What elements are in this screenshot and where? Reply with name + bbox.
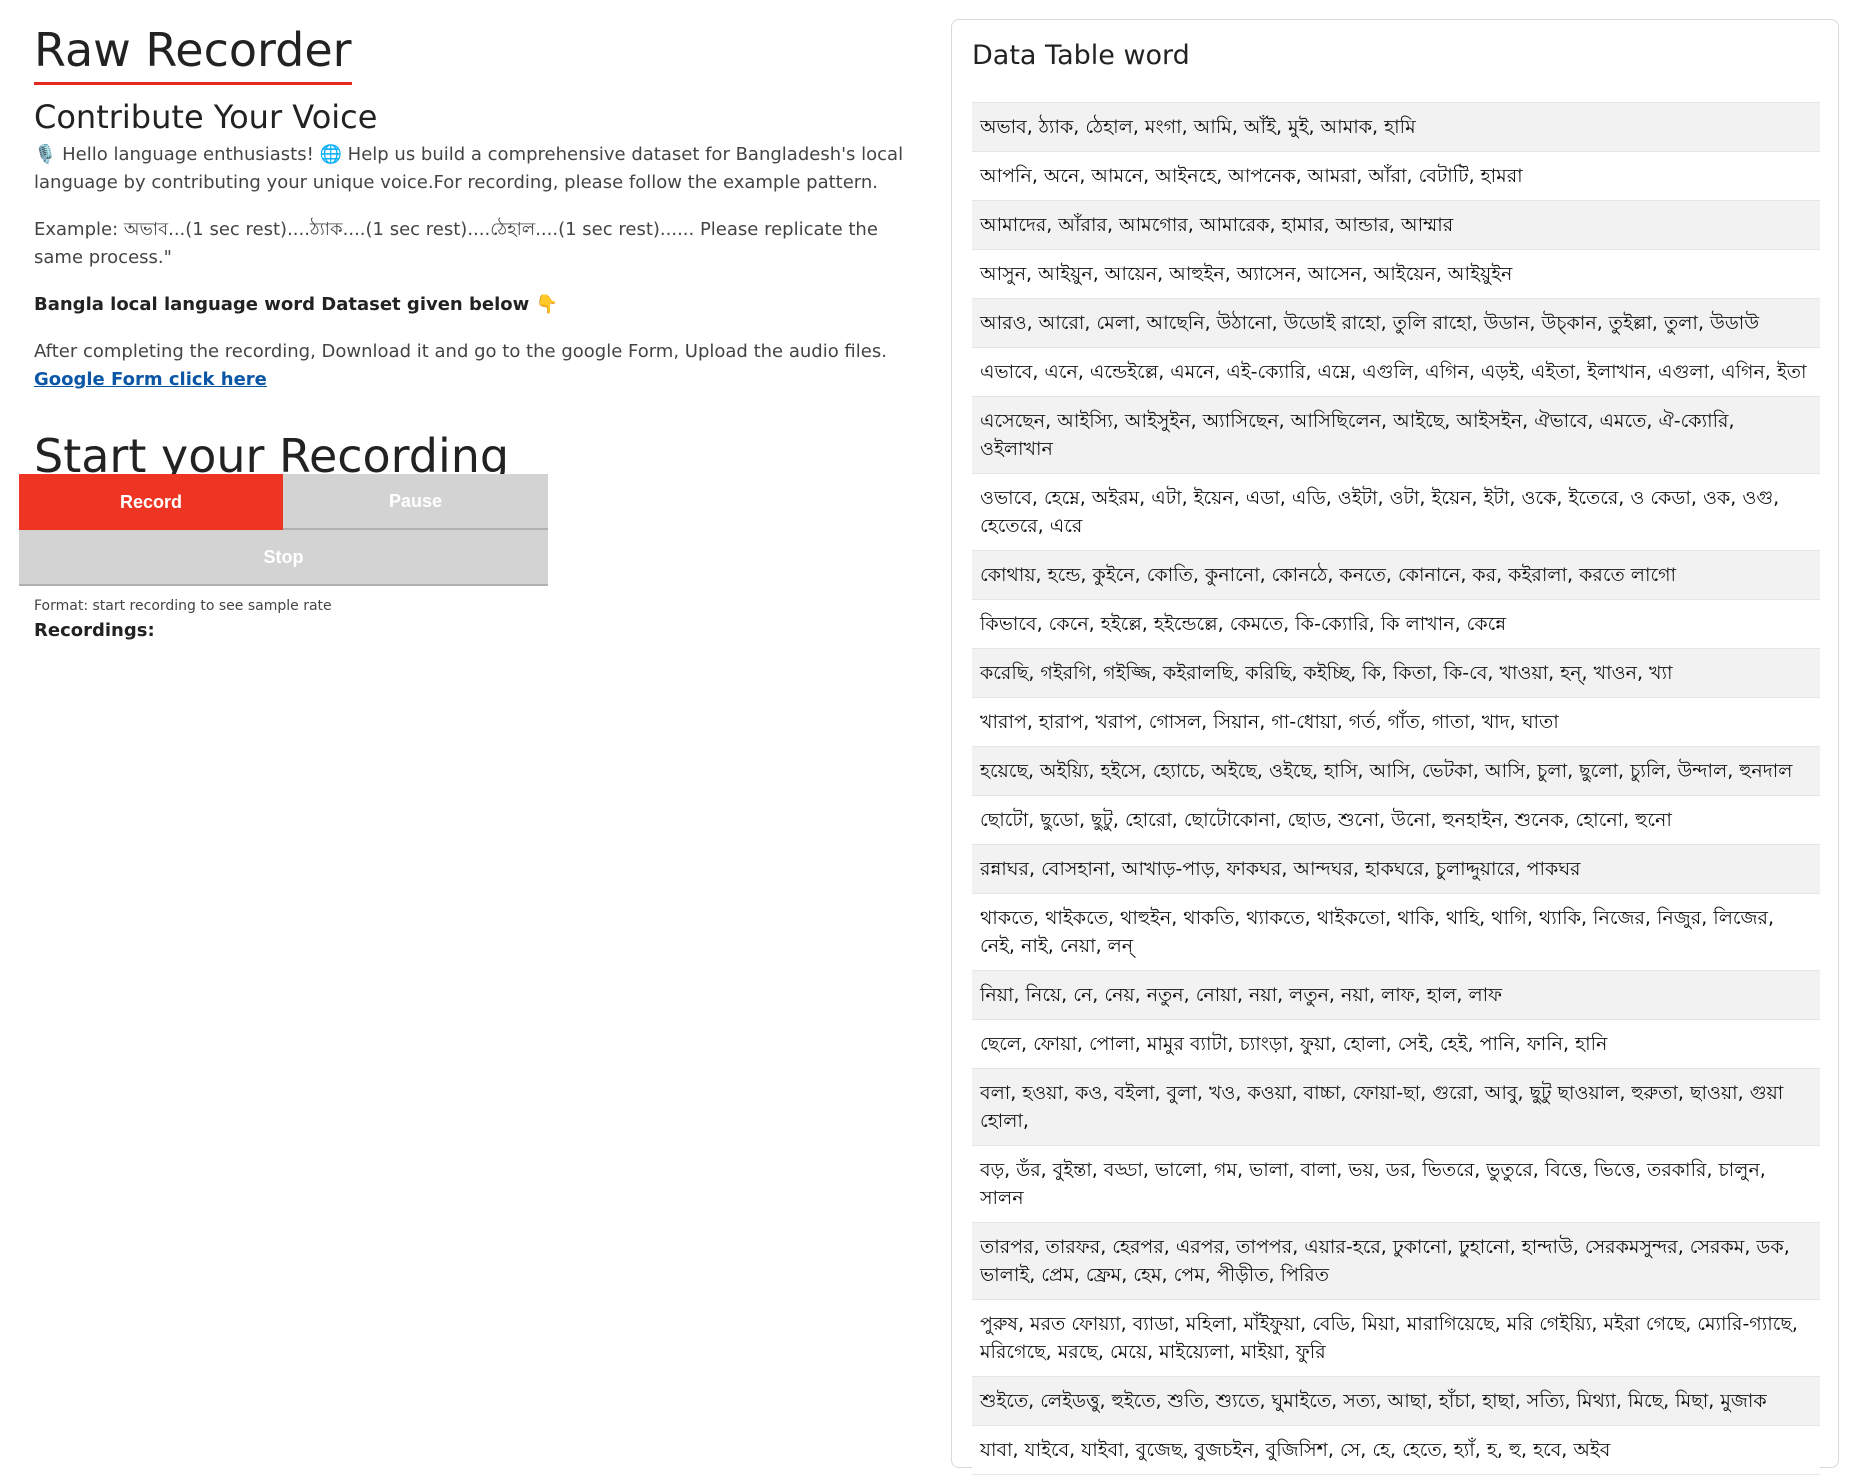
table-row: ওভাবে, হেম্নে, অইরম, এটা, ইয়েন, এডা, এড… xyxy=(972,474,1820,551)
after-text-paragraph: After completing the recording, Download… xyxy=(34,338,924,394)
stop-button[interactable]: Stop xyxy=(19,530,548,586)
table-row: অভাব, ঠ্যাক, ঠেহাল, মংগা, আমি, আঁই, মুই,… xyxy=(972,103,1820,152)
data-table-title: Data Table word xyxy=(972,40,1190,71)
table-row: রন্নাঘর, বোসহানা, আখাড়-পাড়, ফাকঘর, আন্… xyxy=(972,845,1820,894)
table-row: খারাপ, হারাপ, খরাপ, গোসল, সিয়ান, গা-ধোয… xyxy=(972,698,1820,747)
table-row: ছোটো, ছুডো, ছুটু, হোরো, ছোটোকোনা, ছোড, শ… xyxy=(972,796,1820,845)
data-table-panel: Data Table word অভাব, ঠ্যাক, ঠেহাল, মংগা… xyxy=(951,19,1839,1475)
table-row: আমাদের, আঁরার, আমগোর, আমারেক, হামার, আন্… xyxy=(972,201,1820,250)
table-row: এসেছেন, আইস্যি, আইসুইন, অ্যাসিছেন, আসিছি… xyxy=(972,397,1820,474)
table-row: তারপর, তারফর, হেরপর, এরপর, তাপপর, এয়ার-… xyxy=(972,1223,1820,1300)
table-row: আপনি, অনে, আমনে, আইনহে, আপনেক, আমরা, আঁর… xyxy=(972,152,1820,201)
pause-button[interactable]: Pause xyxy=(283,474,548,530)
table-row: আসুন, আইয়ুন, আয়েন, আহুইন, অ্যাসেন, আসে… xyxy=(972,250,1820,299)
recorder-button-row: Record Pause xyxy=(19,474,548,530)
table-row: কিভাবে, কেনে, হইল্লে, হইন্ডেল্লে, কেমতে,… xyxy=(972,600,1820,649)
table-row: থাকতে, থাইকতে, থাহুইন, থাকতি, থ্যাকতে, থ… xyxy=(972,894,1820,971)
table-row: কোথায়, হন্ডে, কুইনে, কোতি, কুনানো, কোনঠ… xyxy=(972,551,1820,600)
recorder-controls: Record Pause Stop xyxy=(19,474,548,586)
table-row: বলা, হওয়া, কও, বইলা, বুলা, খও, কওয়া, ব… xyxy=(972,1069,1820,1146)
dataset-note: Bangla local language word Dataset given… xyxy=(34,294,558,315)
table-row: হয়েছে, অইয়্যি, হইসে, হ্যোচে, অইছে, ওইছ… xyxy=(972,747,1820,796)
intro-section: Raw Recorder Contribute Your Voice 🎙️ He… xyxy=(34,18,924,491)
table-row: শুইতে, লেইডত্তু, হুইতে, শুতি, শ্যুতে, ঘু… xyxy=(972,1377,1820,1426)
record-button[interactable]: Record xyxy=(19,474,283,530)
table-row: পুরুষ, মরত ফোয়্যা, ব্যাডা, মহিলা, মাঁইফ… xyxy=(972,1300,1820,1377)
google-form-link[interactable]: Google Form click here xyxy=(34,369,267,390)
table-row: আরও, আরো, মেলা, আছেনি, উঠানো, উডোই রাহো,… xyxy=(972,299,1820,348)
table-row: এভাবে, এনে, এন্ডেইল্লে, এমনে, এই-ক্যোরি,… xyxy=(972,348,1820,397)
after-text: After completing the recording, Download… xyxy=(34,341,887,362)
example-text: Example: অভাব...(1 sec rest)....ঠ্যাক...… xyxy=(34,219,878,268)
format-note: Format: start recording to see sample ra… xyxy=(34,598,332,614)
table-row: যাবা, যাইবে, যাইবা, বুজেছ, বুজচইন, বুজিস… xyxy=(972,1426,1820,1475)
table-row: করেছি, গইরগি, গইজ্জি, কইরালছি, করিছি, কই… xyxy=(972,649,1820,698)
recordings-label: Recordings: xyxy=(34,620,155,641)
table-row: ছেলে, ফোয়া, পোলা, মামুর ব্যাটা, চ্যাংড়… xyxy=(972,1020,1820,1069)
subtitle: Contribute Your Voice xyxy=(34,98,378,136)
table-row: নিয়া, নিয়ে, নে, নেয়, নতুন, নোয়া, নয়… xyxy=(972,971,1820,1020)
table-row: বড়, ডঁর, বুইন্তা, বড্ডা, ভালো, গম, ভালা… xyxy=(972,1146,1820,1223)
intro-text: 🎙️ Hello language enthusiasts! 🌐 Help us… xyxy=(34,144,904,193)
word-table: অভাব, ঠ্যাক, ঠেহাল, মংগা, আমি, আঁই, মুই,… xyxy=(972,102,1820,1475)
page-title: Raw Recorder xyxy=(34,18,352,85)
